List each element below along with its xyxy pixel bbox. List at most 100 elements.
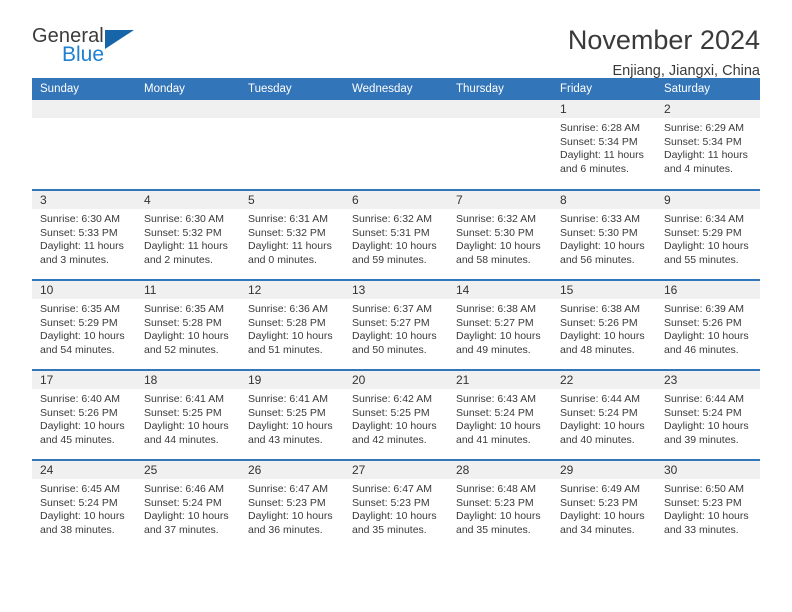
day-number: 20 (344, 371, 448, 389)
day-number: 5 (240, 191, 344, 209)
sunset-text: Sunset: 5:26 PM (560, 316, 638, 329)
sunset-text: Sunset: 5:33 PM (40, 226, 118, 239)
sunrise-text: Sunrise: 6:38 AM (560, 303, 640, 315)
day-cell[interactable]: 16 Sunrise: 6:39 AM Sunset: 5:26 PM Dayligh… (656, 279, 760, 370)
day-details: Sunrise: 6:38 AM Sunset: 5:26 PM Daylight:… (552, 299, 656, 357)
day-cell[interactable]: 20 Sunrise: 6:42 AM Sunset: 5:25 PM Dayligh… (344, 369, 448, 460)
sunrise-text: Sunrise: 6:30 AM (144, 213, 224, 225)
sunrise-text: Sunrise: 6:43 AM (456, 393, 536, 405)
day-details: Sunrise: 6:38 AM Sunset: 5:27 PM Daylight:… (448, 299, 552, 357)
calendar-page: General Blue November 2024 Enjiang, Jian… (0, 0, 792, 612)
day-number: 12 (240, 281, 344, 299)
day-details: Sunrise: 6:29 AM Sunset: 5:34 PM Daylight:… (656, 118, 760, 176)
day-details: Sunrise: 6:48 AM Sunset: 5:23 PM Daylight:… (448, 479, 552, 537)
sunrise-text: Sunrise: 6:46 AM (144, 483, 224, 495)
day-number: 23 (656, 371, 760, 389)
sunset-text: Sunset: 5:24 PM (664, 406, 742, 419)
day-cell[interactable]: 8 Sunrise: 6:33 AM Sunset: 5:30 PM Daylight… (552, 189, 656, 280)
sunset-text: Sunset: 5:26 PM (40, 406, 118, 419)
day-cell[interactable]: 21 Sunrise: 6:43 AM Sunset: 5:24 PM Dayligh… (448, 369, 552, 460)
day-cell[interactable]: 4 Sunrise: 6:30 AM Sunset: 5:32 PM Daylight… (136, 189, 240, 280)
day-cell[interactable]: 30 Sunrise: 6:50 AM Sunset: 5:23 PM Dayligh… (656, 459, 760, 550)
day-details: Sunrise: 6:42 AM Sunset: 5:25 PM Daylight:… (344, 389, 448, 447)
day-number: 19 (240, 371, 344, 389)
day-cell[interactable]: 26 Sunrise: 6:47 AM Sunset: 5:23 PM Dayligh… (240, 459, 344, 550)
sunrise-text: Sunrise: 6:35 AM (144, 303, 224, 315)
sunset-text: Sunset: 5:31 PM (352, 226, 430, 239)
day-details: Sunrise: 6:50 AM Sunset: 5:23 PM Daylight:… (656, 479, 760, 537)
day-number: 3 (32, 191, 136, 209)
day-cell[interactable]: 15 Sunrise: 6:38 AM Sunset: 5:26 PM Dayligh… (552, 279, 656, 370)
sunset-text: Sunset: 5:34 PM (560, 135, 638, 148)
sunrise-text: Sunrise: 6:49 AM (560, 483, 640, 495)
sunset-text: Sunset: 5:24 PM (144, 496, 222, 509)
day-cell[interactable]: 19 Sunrise: 6:41 AM Sunset: 5:25 PM Dayligh… (240, 369, 344, 460)
logo-text-blue: Blue (62, 43, 105, 66)
day-number: 22 (552, 371, 656, 389)
general-blue-logo[interactable]: General Blue (32, 26, 152, 72)
day-cell[interactable]: 27 Sunrise: 6:47 AM Sunset: 5:23 PM Dayligh… (344, 459, 448, 550)
day-cell[interactable]: 7 Sunrise: 6:32 AM Sunset: 5:30 PM Daylight… (448, 189, 552, 280)
sunrise-text: Sunrise: 6:34 AM (664, 213, 744, 225)
sunrise-text: Sunrise: 6:35 AM (40, 303, 120, 315)
day-cell[interactable]: 6 Sunrise: 6:32 AM Sunset: 5:31 PM Daylight… (344, 189, 448, 280)
page-title: November 2024 (567, 25, 760, 55)
daylight-text: Daylight: 10 hours and 45 minutes. (40, 420, 125, 446)
daylight-text: Daylight: 10 hours and 44 minutes. (144, 420, 229, 446)
day-details: Sunrise: 6:30 AM Sunset: 5:32 PM Daylight:… (136, 209, 240, 267)
day-number: 4 (136, 191, 240, 209)
day-cell[interactable]: 1 Sunrise: 6:28 AM Sunset: 5:34 PM Daylight… (552, 100, 656, 190)
day-cell[interactable]: 2 Sunrise: 6:29 AM Sunset: 5:34 PM Daylight… (656, 100, 760, 190)
sunset-text: Sunset: 5:30 PM (560, 226, 638, 239)
day-cell[interactable]: 3 Sunrise: 6:30 AM Sunset: 5:33 PM Daylight… (32, 189, 136, 280)
location-subtitle: Enjiang, Jiangxi, China (612, 63, 760, 80)
day-number: 18 (136, 371, 240, 389)
day-details: Sunrise: 6:41 AM Sunset: 5:25 PM Daylight:… (136, 389, 240, 447)
day-number: 28 (448, 461, 552, 479)
day-details: Sunrise: 6:41 AM Sunset: 5:25 PM Daylight:… (240, 389, 344, 447)
day-cell[interactable]: 5 Sunrise: 6:31 AM Sunset: 5:32 PM Daylight… (240, 189, 344, 280)
day-cell-empty (32, 100, 136, 190)
calendar-week-row: 10 Sunrise: 6:35 AM Sunset: 5:29 PM Dayligh… (32, 279, 760, 370)
day-details: Sunrise: 6:40 AM Sunset: 5:26 PM Daylight:… (32, 389, 136, 447)
daylight-text: Daylight: 11 hours and 4 minutes. (664, 149, 748, 175)
day-cell[interactable]: 29 Sunrise: 6:49 AM Sunset: 5:23 PM Dayligh… (552, 459, 656, 550)
sunset-text: Sunset: 5:27 PM (352, 316, 430, 329)
day-cell-empty (344, 100, 448, 190)
weekday-header-friday: Friday (552, 78, 656, 100)
day-cell[interactable]: 14 Sunrise: 6:38 AM Sunset: 5:27 PM Dayligh… (448, 279, 552, 370)
day-cell[interactable]: 17 Sunrise: 6:40 AM Sunset: 5:26 PM Dayligh… (32, 369, 136, 460)
day-cell[interactable]: 24 Sunrise: 6:45 AM Sunset: 5:24 PM Dayligh… (32, 459, 136, 550)
day-cell[interactable]: 28 Sunrise: 6:48 AM Sunset: 5:23 PM Dayligh… (448, 459, 552, 550)
day-details: Sunrise: 6:35 AM Sunset: 5:28 PM Daylight:… (136, 299, 240, 357)
day-cell[interactable]: 10 Sunrise: 6:35 AM Sunset: 5:29 PM Dayligh… (32, 279, 136, 370)
day-cell[interactable]: 22 Sunrise: 6:44 AM Sunset: 5:24 PM Dayligh… (552, 369, 656, 460)
weekday-header-tuesday: Tuesday (240, 78, 344, 100)
day-number: 16 (656, 281, 760, 299)
daylight-text: Daylight: 10 hours and 50 minutes. (352, 330, 437, 356)
weekday-header-thursday: Thursday (448, 78, 552, 100)
day-cell-empty (240, 100, 344, 190)
day-cell[interactable]: 9 Sunrise: 6:34 AM Sunset: 5:29 PM Daylight… (656, 189, 760, 280)
day-cell[interactable]: 11 Sunrise: 6:35 AM Sunset: 5:28 PM Dayligh… (136, 279, 240, 370)
day-cell[interactable]: 18 Sunrise: 6:41 AM Sunset: 5:25 PM Dayligh… (136, 369, 240, 460)
logo-triangle-icon (105, 30, 134, 49)
sunset-text: Sunset: 5:23 PM (352, 496, 430, 509)
sunset-text: Sunset: 5:23 PM (456, 496, 534, 509)
weekday-header-sunday: Sunday (32, 78, 136, 100)
daylight-text: Daylight: 10 hours and 41 minutes. (456, 420, 541, 446)
day-number: 11 (136, 281, 240, 299)
calendar-week-row: 1 Sunrise: 6:28 AM Sunset: 5:34 PM Daylight… (32, 100, 760, 190)
day-cell[interactable]: 23 Sunrise: 6:44 AM Sunset: 5:24 PM Dayligh… (656, 369, 760, 460)
day-number (136, 100, 240, 118)
day-cell[interactable]: 13 Sunrise: 6:37 AM Sunset: 5:27 PM Dayligh… (344, 279, 448, 370)
day-cell[interactable]: 12 Sunrise: 6:36 AM Sunset: 5:28 PM Dayligh… (240, 279, 344, 370)
daylight-text: Daylight: 10 hours and 35 minutes. (352, 510, 437, 536)
day-cell[interactable]: 25 Sunrise: 6:46 AM Sunset: 5:24 PM Dayligh… (136, 459, 240, 550)
daylight-text: Daylight: 11 hours and 0 minutes. (248, 240, 332, 266)
sunset-text: Sunset: 5:29 PM (40, 316, 118, 329)
weekday-header-saturday: Saturday (656, 78, 760, 100)
day-number (344, 100, 448, 118)
sunrise-text: Sunrise: 6:47 AM (248, 483, 328, 495)
weekday-row: Sunday Monday Tuesday Wednesday Thursday Frid… (32, 78, 760, 100)
